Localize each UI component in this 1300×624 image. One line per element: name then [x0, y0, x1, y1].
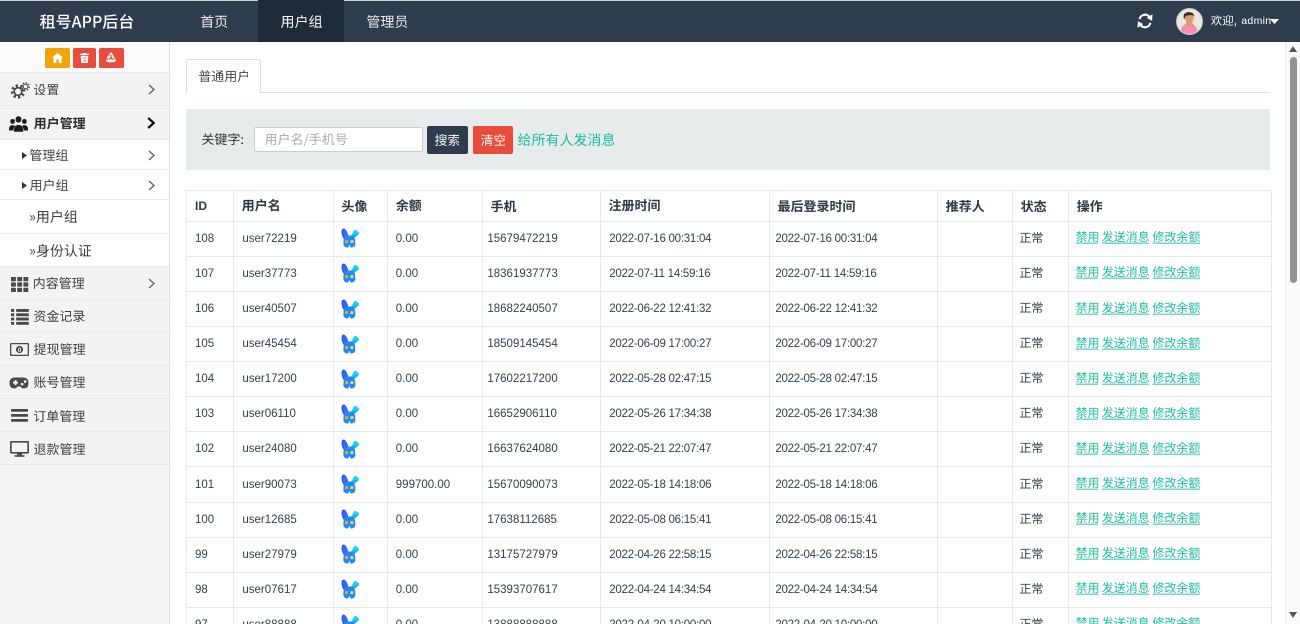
svg-text:0: 0	[18, 347, 22, 354]
